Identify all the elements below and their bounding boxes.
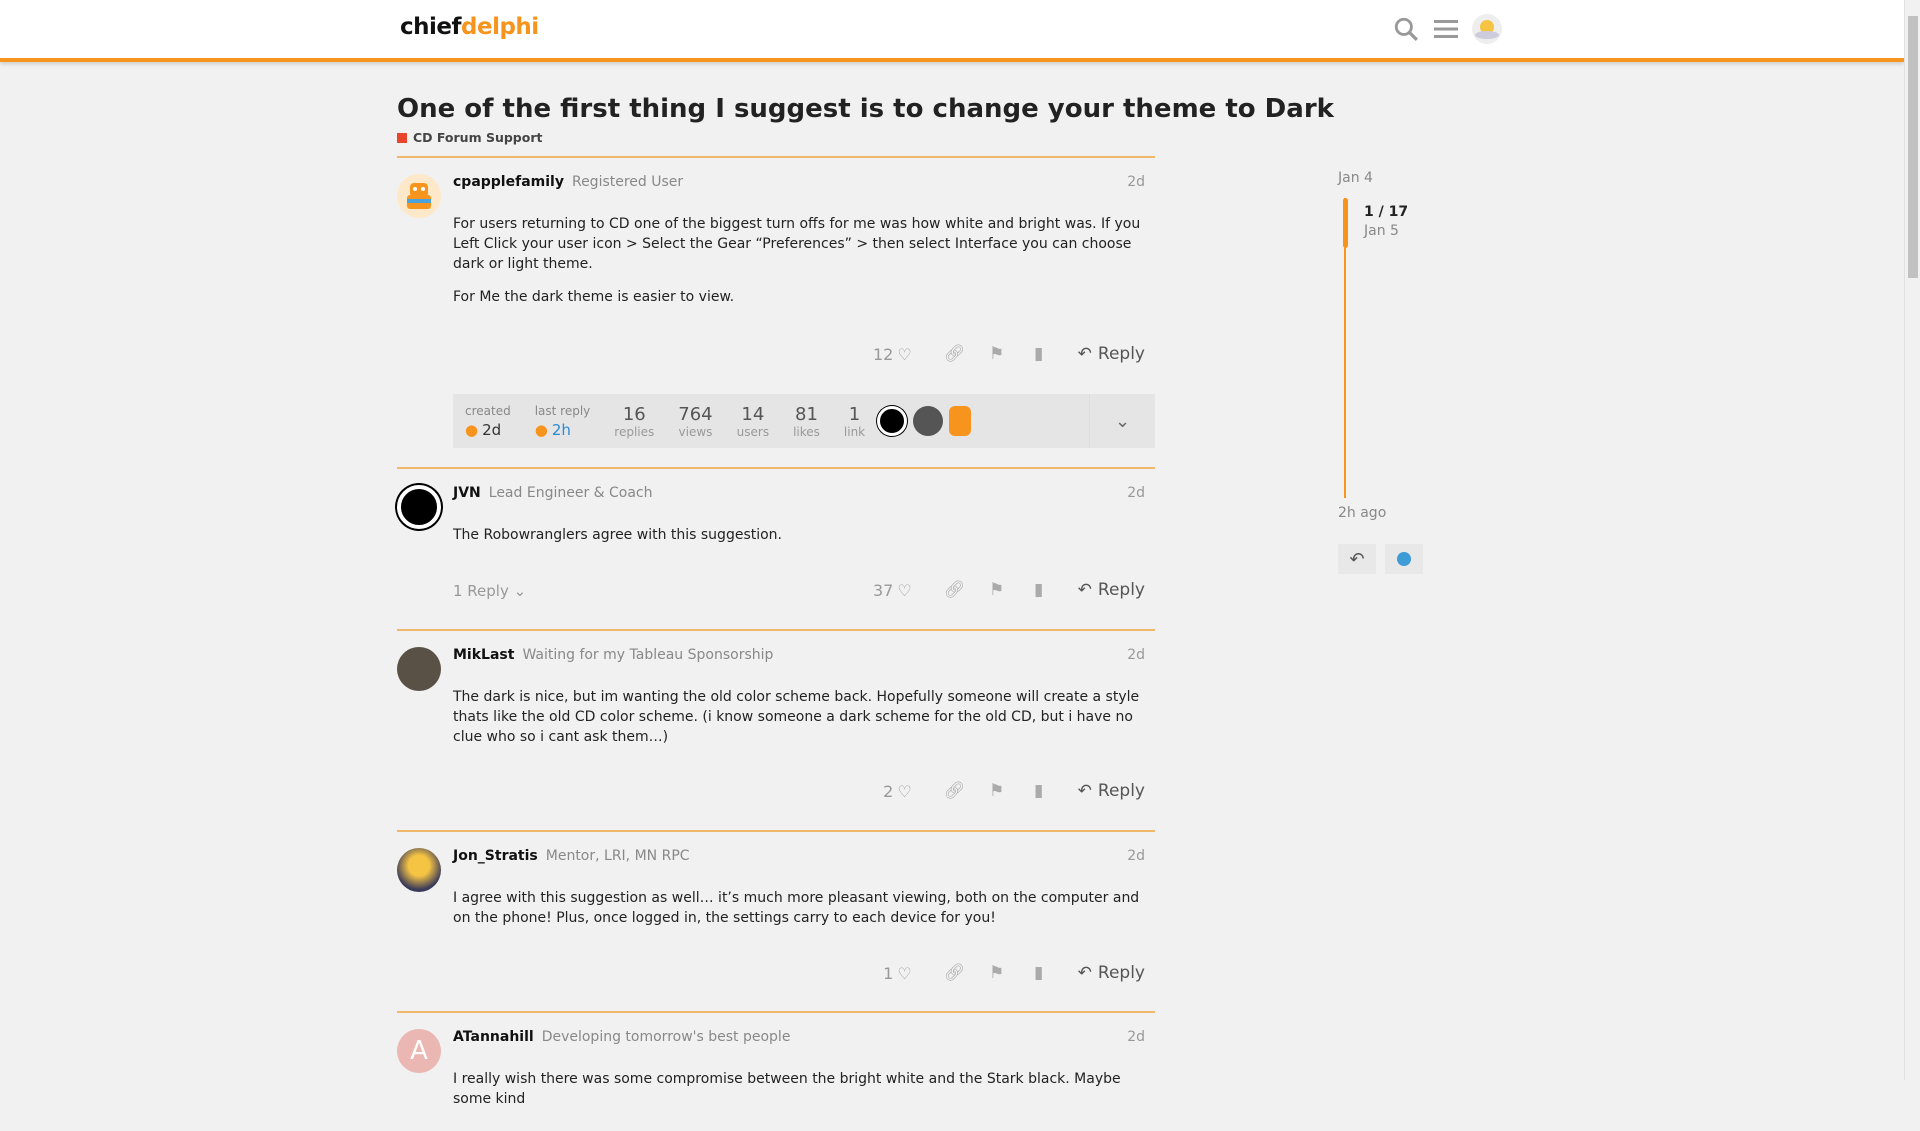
post-date[interactable]: 2d [1127, 174, 1145, 190]
user-title: Developing tomorrow's best people [541, 1029, 791, 1045]
link-icon[interactable]: 🔗︎ [934, 963, 976, 983]
post-body: I really wish there was some compromise … [453, 1071, 1121, 1107]
reply-icon: ↶ [1077, 580, 1092, 600]
user-title: Lead Engineer & Coach [488, 485, 653, 501]
link-icon[interactable]: 🔗︎ [934, 781, 976, 801]
hamburger-menu-icon[interactable] [1431, 14, 1461, 44]
post-body: For users returning to CD one of the big… [453, 216, 1141, 305]
post-date[interactable]: 2d [1127, 1029, 1145, 1045]
bookmark-icon[interactable]: ▮ [1018, 781, 1060, 801]
stat-views: 764 views [678, 403, 713, 439]
avatar[interactable] [397, 647, 441, 691]
user-title: Registered User [571, 174, 684, 190]
reply-button[interactable]: ↶ Reply [1068, 344, 1155, 364]
robot-avatar-icon: ● [534, 420, 548, 439]
user-title: Mentor, LRI, MN RPC [545, 848, 690, 864]
site-header: chiefdelphi [0, 0, 1904, 62]
avatar[interactable] [397, 848, 441, 892]
heart-icon: ♡ [897, 344, 912, 364]
post: MikLast Waiting for my Tableau Sponsorshi… [397, 629, 1155, 830]
participant-avatar[interactable] [877, 406, 908, 436]
reply-icon: ↶ [1077, 344, 1092, 364]
timeline-position: 1 / 17 [1364, 204, 1409, 220]
reply-icon: ↶ [1077, 781, 1092, 801]
post: cpapplefamily Registered User 2d For users… [397, 156, 1155, 467]
user-avatar[interactable] [1472, 14, 1502, 44]
like-button[interactable]: 2 ♡ [883, 782, 912, 801]
post-date[interactable]: 2d [1127, 485, 1145, 501]
category-badge[interactable]: CD Forum Support [397, 130, 543, 145]
heart-icon: ♡ [897, 963, 912, 983]
scrollbar-thumb[interactable] [1908, 16, 1918, 278]
participant-avatar[interactable] [949, 406, 972, 436]
topic-title: One of the first thing I suggest is to c… [397, 94, 1334, 124]
replies-toggle[interactable]: 1 Reply ⌄ [453, 582, 526, 600]
timeline-position-date: Jan 5 [1364, 223, 1399, 239]
avatar[interactable] [397, 174, 441, 218]
search-icon[interactable] [1391, 14, 1421, 44]
bookmark-icon[interactable]: ▮ [1018, 580, 1060, 600]
reply-icon: ↶ [1077, 963, 1092, 983]
robot-avatar-icon: ● [465, 420, 479, 439]
username[interactable]: ATannahill [453, 1029, 534, 1045]
timeline-end-date[interactable]: 2h ago [1338, 505, 1386, 521]
flag-icon[interactable]: ⚑ [976, 781, 1018, 801]
expand-chevron-icon[interactable]: ⌄ [1089, 394, 1155, 448]
like-button[interactable]: 12 ♡ [873, 345, 912, 364]
post: Jon_Stratis Mentor, LRI, MN RPC 2d I agree… [397, 830, 1155, 1011]
username[interactable]: cpapplefamily [453, 174, 564, 190]
timeline-reply-button[interactable]: ↶ [1338, 544, 1376, 574]
post-stream: cpapplefamily Registered User 2d For users… [397, 156, 1155, 1131]
reply-button[interactable]: ↶ Reply [1068, 781, 1155, 801]
link-icon[interactable]: 🔗︎ [934, 344, 976, 364]
tracking-dot-icon [1397, 552, 1411, 566]
avatar[interactable]: A [397, 1029, 441, 1073]
stat-links: 1 link [843, 403, 866, 439]
like-button[interactable]: 37 ♡ [873, 581, 912, 600]
like-button[interactable]: 1 ♡ [883, 964, 912, 983]
post-actions: 12 ♡ 🔗︎ ⚑ ▮ ↶ Reply [873, 344, 1155, 364]
reply-button[interactable]: ↶ Reply [1068, 963, 1155, 983]
heart-icon: ♡ [897, 781, 912, 801]
site-logo[interactable]: chiefdelphi [400, 14, 539, 40]
username[interactable]: JVN [453, 485, 481, 501]
bookmark-icon[interactable]: ▮ [1018, 963, 1060, 983]
post-date[interactable]: 2d [1127, 848, 1145, 864]
post-actions: 2 ♡ 🔗︎ ⚑ ▮ ↶ Reply [883, 781, 1155, 801]
username[interactable]: MikLast [453, 647, 514, 663]
notification-button[interactable] [1385, 544, 1423, 574]
post-actions: 1 ♡ 🔗︎ ⚑ ▮ ↶ Reply [883, 963, 1155, 983]
username[interactable]: Jon_Stratis [453, 848, 538, 864]
post-date[interactable]: 2d [1127, 647, 1145, 663]
post-body: The Robowranglers agree with this sugges… [453, 527, 783, 543]
timeline-handle[interactable] [1343, 198, 1348, 248]
last-reply[interactable]: last reply ● 2h [523, 404, 603, 439]
avatar[interactable] [397, 485, 441, 529]
topic-map: created ● 2d last reply ● 2h 16 replies 764 vi… [453, 394, 1155, 448]
category-color-square [397, 132, 407, 143]
post: A ATannahill Developing tomorrow's best p… [397, 1011, 1155, 1131]
reply-button[interactable]: ↶ Reply [1068, 580, 1155, 600]
heart-icon: ♡ [897, 580, 912, 600]
topic-timeline: Jan 4 1 / 17 Jan 5 2h ago [1338, 170, 1408, 521]
stat-users: 14 users [736, 403, 770, 439]
post: JVN Lead Engineer & Coach 2d The Robowrang… [397, 467, 1155, 629]
scrollbar[interactable] [1904, 0, 1920, 1080]
stat-likes: 81 likes [793, 403, 820, 439]
timeline-start-date[interactable]: Jan 4 [1338, 170, 1373, 186]
flag-icon[interactable]: ⚑ [976, 344, 1018, 364]
stat-replies: 16 replies [614, 403, 655, 439]
post-actions: 37 ♡ 🔗︎ ⚑ ▮ ↶ Reply [873, 580, 1155, 600]
link-icon[interactable]: 🔗︎ [934, 580, 976, 600]
post-body: I agree with this suggestion as well… it… [453, 890, 1140, 926]
flag-icon[interactable]: ⚑ [976, 580, 1018, 600]
user-title: Waiting for my Tableau Sponsorship [522, 647, 774, 663]
flag-icon[interactable]: ⚑ [976, 963, 1018, 983]
bookmark-icon[interactable]: ▮ [1018, 344, 1060, 364]
participant-avatar[interactable] [913, 406, 944, 436]
reply-icon: ↶ [1349, 548, 1365, 570]
post-body: The dark is nice, but im wanting the old… [453, 689, 1140, 745]
